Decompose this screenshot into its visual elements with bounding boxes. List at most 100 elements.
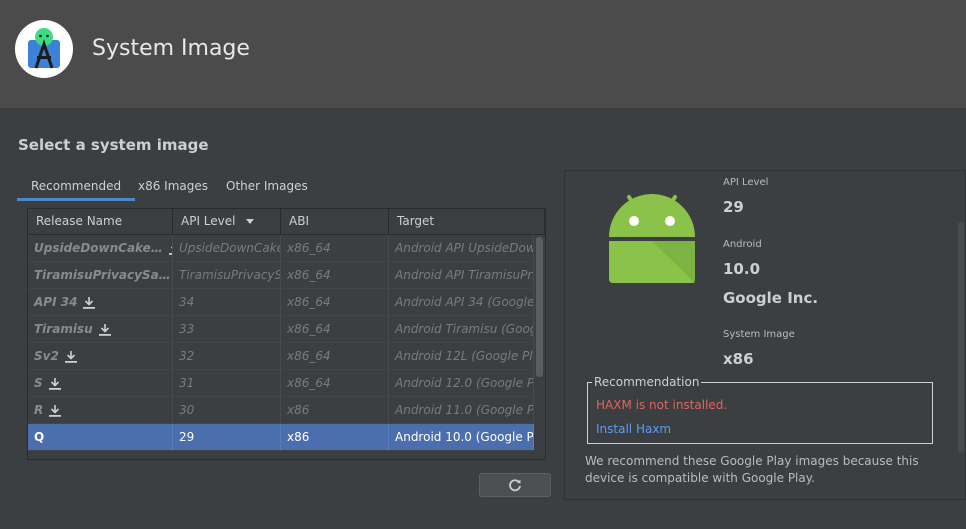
table-row[interactable]: Q 29 x86 Android 10.0 (Google Play xyxy=(28,424,534,451)
android-studio-logo xyxy=(15,20,73,78)
cell-text: x86_64 xyxy=(287,349,331,363)
cell-text: S xyxy=(34,376,43,390)
cell-abi: x86 xyxy=(281,397,389,423)
download-icon[interactable] xyxy=(83,296,96,309)
cell-target: Android Tiramisu (Google xyxy=(389,316,534,342)
download-icon[interactable] xyxy=(98,323,111,336)
cell-text: x86 xyxy=(287,430,310,444)
cell-text: x86_64 xyxy=(287,322,331,336)
table-row[interactable]: TiramisuPrivacySa… TiramisuPrivacySar x86_… xyxy=(28,262,534,289)
cell-text: API 34 xyxy=(34,295,78,309)
android-robot-icon xyxy=(609,194,695,283)
table-scrollbar[interactable] xyxy=(534,235,545,459)
android-version-value: 10.0 xyxy=(723,260,761,278)
table-row[interactable]: API 34 34 x86_64 Android API 34 (Google P xyxy=(28,289,534,316)
column-header-target[interactable]: Target xyxy=(389,209,545,234)
details-scrollbar[interactable] xyxy=(958,222,964,452)
cell-api: UpsideDownCakeP xyxy=(173,235,281,261)
recommendation-box: Recommendation HAXM is not installed. In… xyxy=(587,375,933,444)
system-image-details: API Level 29 Android 10.0 Google Inc. Sy… xyxy=(564,170,966,500)
cell-text: Sv2 xyxy=(34,349,59,363)
cell-target: Android API UpsideDown xyxy=(389,235,534,261)
cell-text: 29 xyxy=(179,430,195,444)
cell-text: Q xyxy=(34,430,45,444)
cell-text: 34 xyxy=(179,295,195,309)
cell-text: Android API TiramisuPrivacy xyxy=(395,268,534,282)
cell-text: Android 12L (Google Play xyxy=(395,349,534,363)
wizard-header: System Image xyxy=(0,0,966,108)
column-header-release-name[interactable]: Release Name xyxy=(28,209,173,234)
cell-name: API 34 xyxy=(28,289,173,315)
cell-text: 30 xyxy=(179,403,195,417)
install-haxm-link[interactable]: Install Haxm xyxy=(596,422,671,436)
cell-text: x86_64 xyxy=(287,268,331,282)
tab-other-images[interactable]: Other Images xyxy=(212,174,322,198)
cell-name: TiramisuPrivacySa… xyxy=(28,262,173,288)
cell-target: Android 10.0 (Google Play xyxy=(389,424,534,450)
section-title: Select a system image xyxy=(18,136,209,154)
cell-text: UpsideDownCake… xyxy=(34,241,163,255)
cell-text: UpsideDownCakeP xyxy=(179,241,281,255)
cell-target: Android API 34 (Google P xyxy=(389,289,534,315)
cell-text: R xyxy=(34,403,44,417)
table-row[interactable]: S 31 x86_64 Android 12.0 (Google Pla xyxy=(28,370,534,397)
column-header-abi[interactable]: ABI xyxy=(281,209,389,234)
recommendation-note: We recommend these Google Play images be… xyxy=(585,454,919,485)
cell-text: 33 xyxy=(179,322,195,336)
refresh-button[interactable] xyxy=(479,473,551,497)
table-header: Release Name API Level ABI Target xyxy=(28,209,545,235)
tab-recommended[interactable]: Recommended xyxy=(17,174,136,201)
cell-text: Android 11.0 (Google Pla xyxy=(395,403,534,417)
android-version-label: Android xyxy=(723,239,762,250)
cell-target: Android 11.0 (Google Pla xyxy=(389,397,534,423)
cell-text: TiramisuPrivacySar xyxy=(179,268,280,282)
download-icon[interactable] xyxy=(48,377,61,390)
cell-abi: x86_64 xyxy=(281,289,389,315)
cell-abi: x86 xyxy=(281,424,389,450)
table-row[interactable]: UpsideDownCake… UpsideDownCakeP x86_64 Andr… xyxy=(28,235,534,262)
system-image-label: System Image xyxy=(723,329,795,340)
cell-text: Android 12.0 (Google Pla xyxy=(395,376,534,390)
cell-abi: x86_64 xyxy=(281,370,389,396)
cell-name: Sv2 xyxy=(28,343,173,369)
cell-abi: x86_64 xyxy=(281,235,389,261)
cell-target: Android 12L (Google Play xyxy=(389,343,534,369)
download-icon[interactable] xyxy=(49,404,62,417)
haxm-warning: HAXM is not installed. xyxy=(596,398,728,412)
api-level-label: API Level xyxy=(723,177,769,188)
cell-text: x86_64 xyxy=(287,295,331,309)
cell-abi: x86_64 xyxy=(281,262,389,288)
cell-api: TiramisuPrivacySar xyxy=(173,262,281,288)
api-level-value: 29 xyxy=(723,198,744,216)
cell-text: Tiramisu xyxy=(34,322,93,336)
cell-text: Android API UpsideDown xyxy=(395,241,534,255)
cell-api: 30 xyxy=(173,397,281,423)
column-header-api-level[interactable]: API Level xyxy=(173,209,281,234)
download-icon[interactable] xyxy=(64,350,77,363)
cell-api: 31 xyxy=(173,370,281,396)
cell-abi: x86_64 xyxy=(281,316,389,342)
refresh-icon xyxy=(509,479,521,492)
cell-name: Q xyxy=(28,424,173,450)
cell-text: x86 xyxy=(287,403,310,417)
sort-desc-icon xyxy=(246,218,255,224)
tab-x86-images[interactable]: x86 Images xyxy=(124,174,222,198)
cell-text: x86_64 xyxy=(287,376,331,390)
cell-text: 31 xyxy=(179,376,195,390)
recommendation-legend: Recommendation xyxy=(592,375,702,389)
system-image-value: x86 xyxy=(723,350,754,368)
cell-text: 32 xyxy=(179,349,195,363)
cell-api: 34 xyxy=(173,289,281,315)
table-row[interactable]: Sv2 32 x86_64 Android 12L (Google Play xyxy=(28,343,534,370)
table-row[interactable]: R 30 x86 Android 11.0 (Google Pla xyxy=(28,397,534,424)
cell-text: Android 10.0 (Google Play xyxy=(395,430,534,444)
page-title: System Image xyxy=(92,36,250,61)
table-scroll-thumb[interactable] xyxy=(536,237,543,377)
cell-api: 29 xyxy=(173,424,281,450)
cell-name: UpsideDownCake… xyxy=(28,235,173,261)
cell-name: R xyxy=(28,397,173,423)
system-image-table: Release Name API Level ABI Target Upside… xyxy=(27,208,546,460)
table-row[interactable]: Tiramisu 33 x86_64 Android Tiramisu (Google xyxy=(28,316,534,343)
table-body: UpsideDownCake… UpsideDownCakeP x86_64 Andr… xyxy=(28,235,534,451)
cell-target: Android 12.0 (Google Pla xyxy=(389,370,534,396)
